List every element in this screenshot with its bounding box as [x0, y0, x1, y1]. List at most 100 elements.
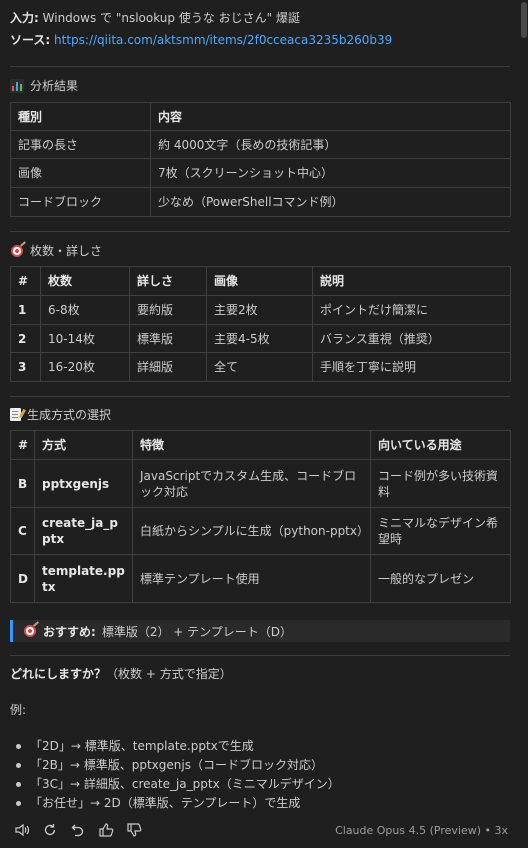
- table-cell: 画像: [10, 158, 151, 188]
- table-row: 3 16-20枚 詳細版 全て 手順を丁寧に説明: [10, 352, 511, 382]
- table-row: D template.pptx 標準テンプレート使用 一般的なプレゼン: [10, 554, 511, 603]
- table-cell: ポイントだけ簡潔に: [312, 295, 511, 325]
- methods-title: 生成方式の選択: [27, 408, 112, 422]
- thumbs-down-icon[interactable]: [126, 822, 142, 838]
- table-cell: 10-14枚: [40, 324, 130, 353]
- column-header: 種別: [10, 102, 151, 131]
- table-cell: ミニマルなデザイン希望時: [370, 507, 511, 555]
- table-cell: C: [10, 507, 35, 555]
- input-line: 入力: Windows で "nslookup 使うな おじさん" 爆誕: [10, 10, 300, 26]
- table-row: 2 10-14枚 標準版 主要4-5枚 バランス重視（推奨）: [10, 324, 511, 353]
- speaker-icon[interactable]: [14, 822, 30, 838]
- column-header: 画像: [206, 266, 313, 296]
- column-header: #: [10, 266, 41, 296]
- table-cell: 1: [10, 295, 41, 325]
- question-line: どれにしますか？（枚数 + 方式で指定）: [10, 666, 232, 682]
- table-row: C create_ja_pptx 白紙からシンプルに生成（python-pptx…: [10, 507, 511, 555]
- analysis-section-title: 分析結果: [10, 77, 78, 94]
- table-cell: template.pptx: [34, 554, 133, 603]
- list-item: 「2D」→ 標準版、template.pptxで生成: [10, 737, 340, 756]
- counts-table: # 枚数 詳しさ 画像 説明 1 6-8枚 要約版 主要2枚 ポイントだけ簡潔に…: [10, 266, 511, 382]
- source-link[interactable]: https://qiita.com/aktsmm/items/2f0cceaca…: [54, 33, 392, 47]
- undo-icon[interactable]: [70, 822, 86, 838]
- table-row: B pptxgenjs JavaScriptでカスタム生成、コードブロック対応 …: [10, 459, 511, 508]
- column-header: 枚数: [40, 266, 130, 296]
- table-cell: 標準テンプレート使用: [132, 554, 371, 603]
- divider: [10, 66, 510, 67]
- divider: [10, 231, 510, 232]
- table-cell: 白紙からシンプルに生成（python-pptx）: [132, 507, 371, 555]
- list-item: 「お任せ」→ 2D（標準版、テンプレート）で生成: [10, 794, 340, 813]
- column-header: 特徴: [132, 430, 371, 460]
- divider: [10, 655, 510, 656]
- table-cell: バランス重視（推奨）: [312, 324, 511, 353]
- divider: [10, 396, 510, 397]
- question-bold: どれにしますか？: [10, 667, 107, 681]
- recommendation-callout: おすすめ: 標準版（2） + テンプレート（D）: [10, 620, 510, 642]
- column-header: #: [10, 430, 35, 460]
- table-cell: 詳細版: [129, 352, 207, 382]
- response-actions: [14, 822, 142, 838]
- table-cell: 一般的なプレゼン: [370, 554, 511, 603]
- table-cell: 6-8枚: [40, 295, 130, 325]
- column-header: 説明: [312, 266, 511, 296]
- target-icon: [23, 624, 37, 638]
- retry-icon[interactable]: [42, 822, 58, 838]
- recommend-label: おすすめ:: [43, 624, 96, 639]
- table-header-row: # 方式 特徴 向いている用途: [10, 430, 511, 460]
- table-cell: 7枚（スクリーンショット中心）: [150, 158, 511, 188]
- list-item: 「2B」→ 標準版、pptxgenjs（コードブロック対応）: [10, 756, 340, 775]
- table-cell: 16-20枚: [40, 352, 130, 382]
- table-cell: 標準版: [129, 324, 207, 353]
- analysis-title: 分析結果: [30, 79, 79, 93]
- table-cell: JavaScriptでカスタム生成、コードブロック対応: [132, 459, 371, 508]
- source-label: ソース:: [10, 33, 51, 47]
- model-label: Claude Opus 4.5 (Preview) • 3x: [335, 824, 508, 837]
- column-header: 内容: [150, 102, 511, 131]
- table-row: 記事の長さ 約 4000文字（長めの技術記事）: [10, 130, 511, 159]
- table-cell: D: [10, 554, 35, 603]
- bar-chart-icon: [10, 78, 24, 93]
- target-icon: [10, 243, 24, 258]
- methods-section-title: 生成方式の選択: [10, 406, 111, 423]
- table-cell: 手順を丁寧に説明: [312, 352, 511, 382]
- table-cell: 全て: [206, 352, 313, 382]
- table-cell: 記事の長さ: [10, 130, 151, 159]
- table-header-row: 種別 内容: [10, 102, 511, 131]
- input-value: Windows で "nslookup 使うな おじさん" 爆誕: [42, 11, 300, 25]
- question-rest: （枚数 + 方式で指定）: [106, 667, 232, 681]
- table-header-row: # 枚数 詳しさ 画像 説明: [10, 266, 511, 296]
- methods-table: # 方式 特徴 向いている用途 B pptxgenjs JavaScriptでカ…: [10, 430, 511, 603]
- input-label: 入力:: [10, 11, 39, 25]
- example-label: 例:: [10, 703, 27, 717]
- recommend-value: 標準版（2） + テンプレート（D）: [101, 624, 293, 639]
- table-cell: コードブロック: [10, 187, 151, 217]
- table-row: 1 6-8枚 要約版 主要2枚 ポイントだけ簡潔に: [10, 295, 511, 325]
- table-cell: 主要4-5枚: [206, 324, 313, 353]
- memo-icon: [10, 408, 21, 421]
- table-cell: pptxgenjs: [34, 459, 133, 508]
- counts-title: 枚数・詳しさ: [30, 244, 103, 258]
- table-cell: create_ja_pptx: [34, 507, 133, 555]
- column-header: 詳しさ: [129, 266, 207, 296]
- table-cell: B: [10, 459, 35, 508]
- table-cell: 約 4000文字（長めの技術記事）: [150, 130, 511, 159]
- analysis-table: 種別 内容 記事の長さ 約 4000文字（長めの技術記事） 画像 7枚（スクリー…: [10, 102, 511, 217]
- table-cell: 3: [10, 352, 41, 382]
- column-header: 向いている用途: [370, 430, 511, 460]
- table-row: コードブロック 少なめ（PowerShellコマンド例）: [10, 187, 511, 217]
- table-cell: 少なめ（PowerShellコマンド例）: [150, 187, 511, 217]
- table-cell: 2: [10, 324, 41, 353]
- column-header: 方式: [34, 430, 133, 460]
- option-list: 「2D」→ 標準版、template.pptxで生成 「2B」→ 標準版、ppt…: [10, 737, 340, 813]
- counts-section-title: 枚数・詳しさ: [10, 242, 102, 259]
- scrollbar[interactable]: [520, 0, 528, 848]
- table-cell: コード例が多い技術資料: [370, 459, 511, 508]
- table-cell: 要約版: [129, 295, 207, 325]
- table-cell: 主要2枚: [206, 295, 313, 325]
- scrollbar-thumb[interactable]: [521, 2, 527, 38]
- source-line: ソース: https://qiita.com/aktsmm/items/2f0c…: [10, 32, 392, 48]
- table-row: 画像 7枚（スクリーンショット中心）: [10, 158, 511, 188]
- thumbs-up-icon[interactable]: [98, 822, 114, 838]
- list-item: 「3C」→ 詳細版、create_ja_pptx（ミニマルデザイン）: [10, 775, 340, 794]
